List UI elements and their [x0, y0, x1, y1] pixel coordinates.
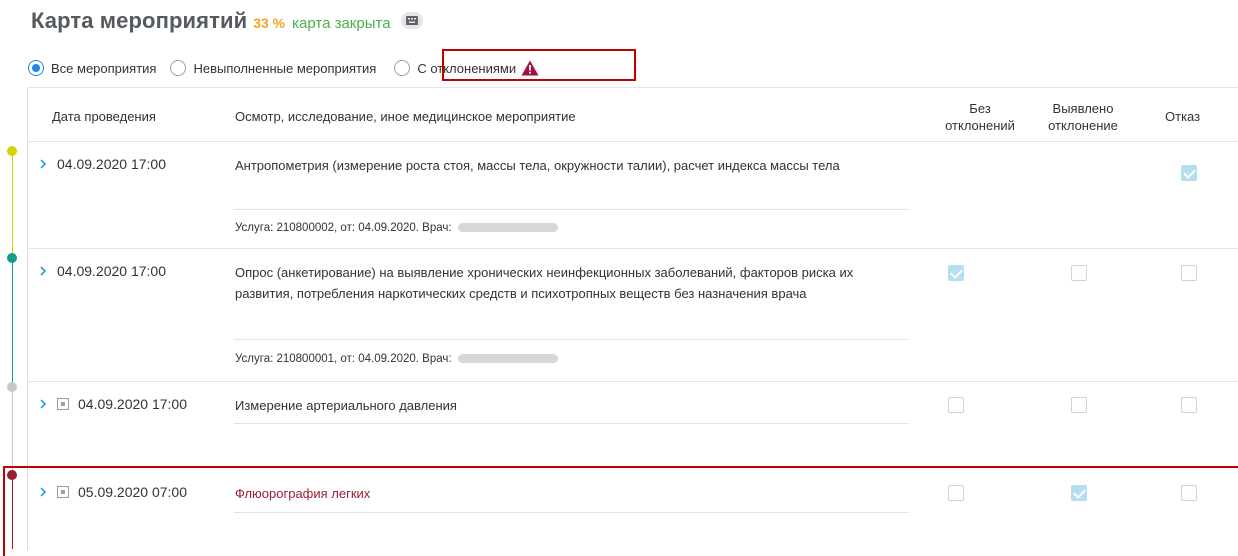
radio-unfulfilled[interactable] [170, 60, 187, 76]
deviation-checkbox[interactable] [1071, 397, 1087, 413]
row-service-info: Услуга: 210800001, от: 04.09.2020. Врач: [235, 353, 558, 365]
refusal-checkbox[interactable] [1181, 485, 1197, 501]
row-description: Флюорография легких [235, 486, 371, 501]
row-service-info: Услуга: 210800002, от: 04.09.2020. Врач: [235, 222, 558, 234]
expand-chevron-icon[interactable] [38, 157, 48, 171]
refusal-checkbox[interactable] [1181, 165, 1197, 181]
deviation-checkbox[interactable] [1071, 265, 1087, 281]
radio-all[interactable] [28, 60, 44, 76]
radio-deviations[interactable] [394, 60, 411, 76]
timeline-dot [7, 146, 17, 156]
timeline-segment [12, 258, 13, 387]
row-divider [28, 141, 1238, 142]
no-deviation-checkbox[interactable] [948, 397, 964, 413]
col-header-no-deviation-line1: Без [969, 101, 991, 116]
no-deviation-checkbox[interactable] [948, 265, 964, 281]
redacted-doctor-name [457, 354, 558, 364]
col-header-refusal: Отказ [1165, 109, 1201, 124]
filter-all[interactable]: Все мероприятия [28, 60, 156, 76]
page-title: Карта мероприятий [31, 8, 248, 33]
row-service-text: Услуга: 210800001, от: 04.09.2020. Врач: [235, 353, 452, 365]
col-header-no-deviation: Без отклонений [940, 100, 1020, 134]
deviations-highlight-frame [442, 49, 636, 81]
row-description: Антропометрия (измерение роста стоя, мас… [235, 158, 840, 173]
redacted-doctor-name [457, 223, 558, 233]
card-status: карта закрыта [292, 15, 391, 32]
row-divider [28, 248, 1238, 249]
filter-unfulfilled-label: Невыполненные мероприятия [193, 60, 377, 76]
row-description: Измерение артериального давления [235, 398, 457, 413]
refusal-checkbox[interactable] [1181, 397, 1197, 413]
col-header-deviation-line2: отклонение [1048, 118, 1118, 133]
filter-unfulfilled[interactable]: Невыполненные мероприятия [170, 60, 376, 76]
col-header-date: Дата проведения [52, 109, 156, 124]
page-header: Карта мероприятий 33 % карта закрыта [31, 8, 423, 38]
filter-all-label: Все мероприятия [51, 60, 157, 76]
row-inner-divider [234, 512, 909, 513]
deviation-row-highlight [3, 466, 1238, 556]
row-inner-divider [234, 209, 909, 210]
completion-percent: 33 % [253, 15, 286, 31]
expand-chevron-icon[interactable] [38, 264, 48, 278]
col-header-no-deviation-line2: отклонений [945, 118, 1015, 133]
row-divider [28, 381, 1238, 382]
row-inner-divider [234, 423, 909, 424]
calendar-icon [57, 398, 69, 410]
row-service-text: Услуга: 210800002, от: 04.09.2020. Врач: [235, 222, 452, 234]
expand-chevron-icon[interactable] [38, 397, 48, 411]
refusal-checkbox[interactable] [1181, 265, 1197, 281]
row-date: 05.09.2020 07:00 [78, 484, 187, 500]
expand-chevron-icon[interactable] [38, 485, 48, 499]
timeline-dot [7, 382, 17, 392]
timeline-segment [12, 387, 13, 475]
row-date: 04.09.2020 17:00 [78, 396, 187, 412]
deviation-checkbox[interactable] [1071, 485, 1087, 501]
col-header-deviation-line1: Выявлено [1052, 101, 1114, 116]
calendar-icon [57, 486, 69, 498]
row-date: 04.09.2020 17:00 [57, 263, 166, 279]
row-inner-divider [234, 339, 909, 340]
timeline-segment [12, 154, 13, 258]
col-header-event: Осмотр, исследование, иное медицинское м… [235, 109, 576, 124]
no-deviation-checkbox[interactable] [948, 485, 964, 501]
row-date: 04.09.2020 17:00 [57, 156, 166, 172]
keyboard-icon[interactable] [400, 12, 423, 29]
row-description: Опрос (анкетирование) на выявление хрони… [235, 265, 854, 301]
col-header-deviation: Выявлено отклонение [1031, 100, 1135, 134]
timeline-dot [7, 253, 17, 263]
